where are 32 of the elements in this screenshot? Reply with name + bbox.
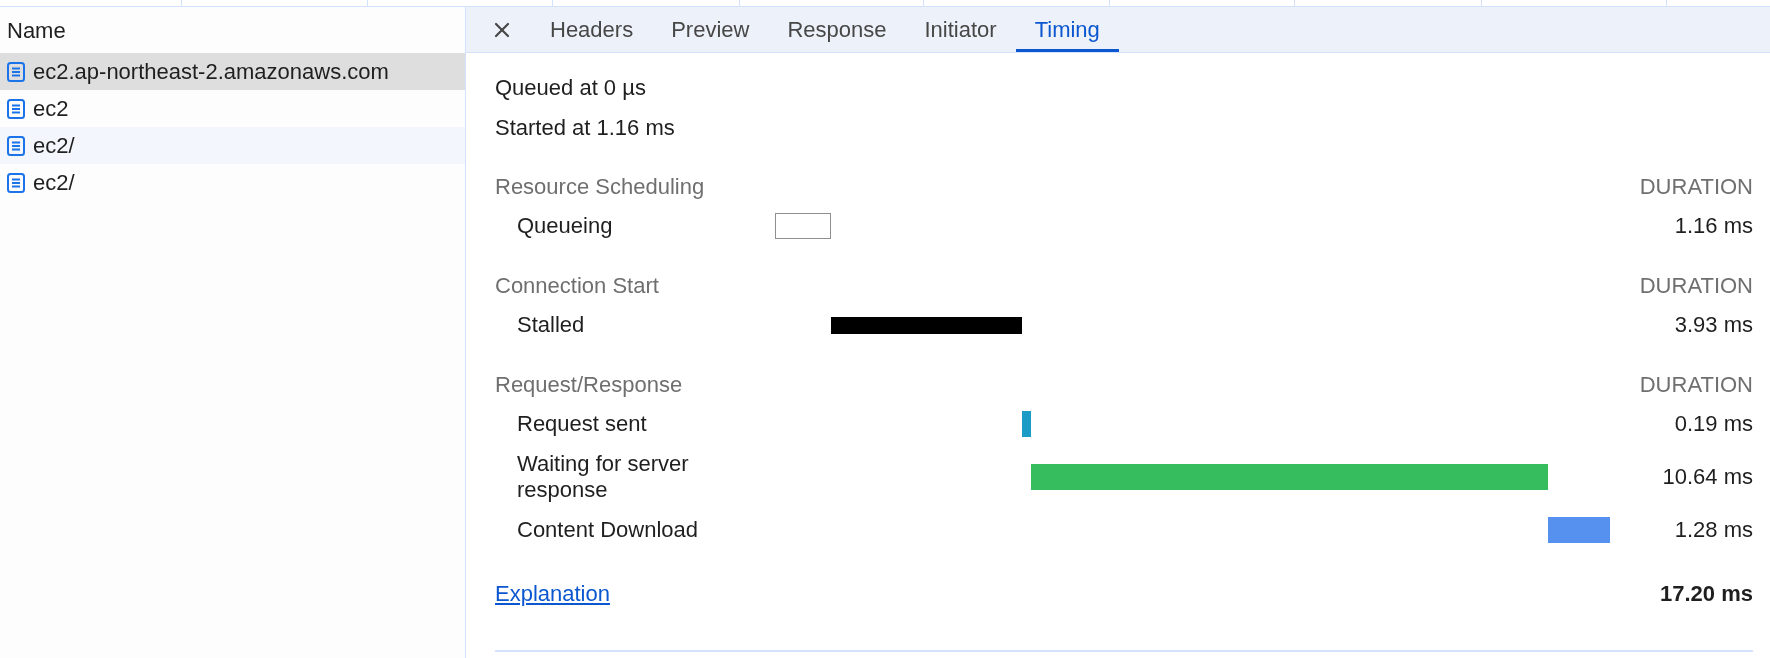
duration-heading: DURATION (1639, 172, 1753, 201)
phase-label: Content Download (517, 517, 698, 542)
total-duration: 17.20 ms (1660, 579, 1753, 608)
phase-label: Waiting for server response (517, 451, 689, 502)
queued-time-text: Queued at 0 µs (495, 73, 646, 102)
phase-label: Request sent (517, 411, 647, 436)
tab[interactable]: Timing (1015, 7, 1119, 52)
tab[interactable]: Initiator (905, 7, 1016, 52)
section-title: Connection Start (495, 271, 659, 300)
duration-heading: DURATION (1639, 370, 1753, 399)
request-row[interactable]: ec2.ap-northeast-2.amazonaws.com (0, 53, 465, 90)
document-icon (7, 172, 25, 193)
request-row[interactable]: ec2/ (0, 127, 465, 164)
duration-value: 10.64 ms (1662, 464, 1753, 490)
duration-value: 1.28 ms (1674, 517, 1753, 543)
tab[interactable]: Response (768, 7, 906, 52)
started-time-text: Started at 1.16 ms (495, 113, 675, 142)
tab[interactable]: Headers (531, 7, 653, 52)
duration-value: 1.16 ms (1674, 213, 1753, 239)
phase-label: Stalled (517, 312, 585, 337)
column-header[interactable]: Name (7, 13, 66, 47)
phase-label: Queueing (517, 213, 613, 238)
section-title: Resource Scheduling (495, 172, 705, 201)
explanation-link[interactable]: Explanation (495, 576, 610, 610)
duration-value: 0.19 ms (1674, 411, 1753, 437)
section-title: Request/Response (495, 370, 683, 399)
tab[interactable]: Preview (652, 7, 769, 52)
document-icon (7, 98, 25, 119)
duration-value: 3.93 ms (1674, 312, 1753, 338)
document-icon (7, 61, 25, 82)
duration-heading: DURATION (1639, 271, 1753, 300)
document-icon (7, 135, 25, 156)
